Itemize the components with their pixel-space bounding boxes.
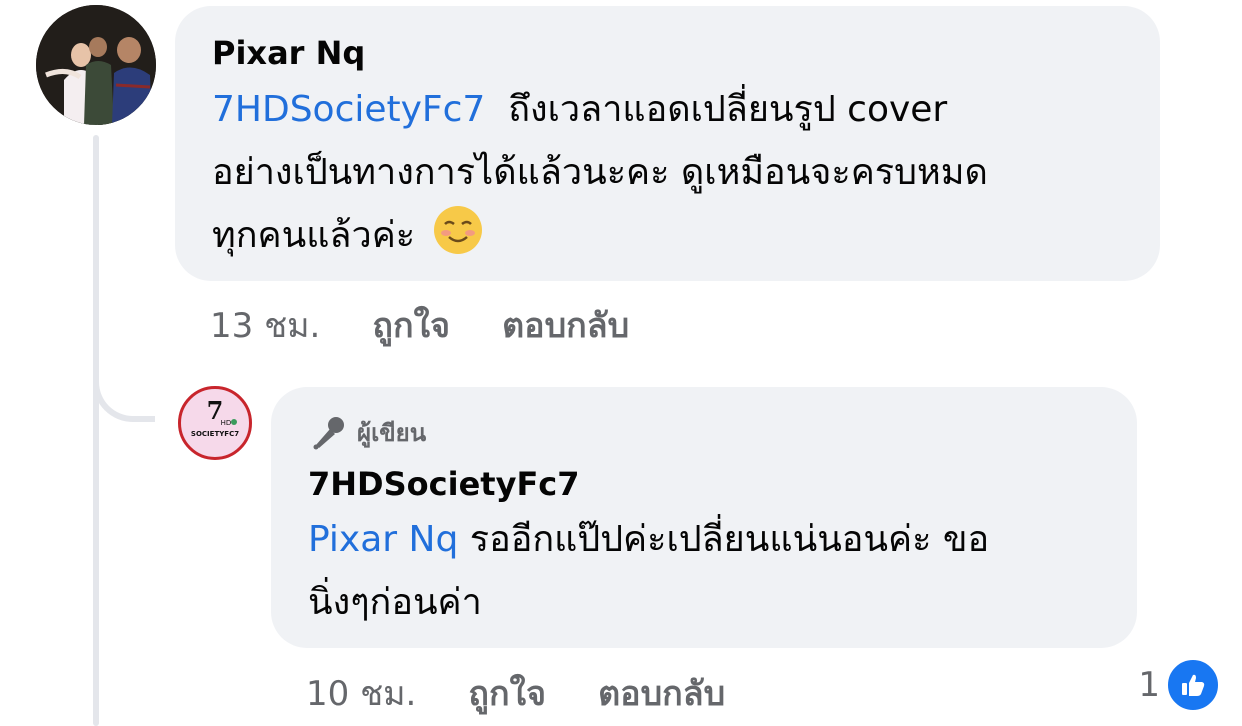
comment-text: ทุกคนแล้วค่ะ (212, 215, 416, 256)
reply-text-line-1: Pixar Nq รออีกแป๊ปค่ะเปลี่ยนแน่นอนค่ะ ขอ (308, 508, 989, 571)
reaction-summary[interactable]: 1 (1138, 658, 1220, 712)
reply-button[interactable]: ตอบกลับ (502, 298, 629, 352)
thread-line (93, 135, 99, 726)
comment-thread: Pixar Nq 7HDSocietyFc7 ถึงเวลาแอดเปลี่ยน… (0, 0, 1242, 726)
reply-bubble: ผู้เขียน 7HDSocietyFc7 Pixar Nq รออีกแป๊… (271, 387, 1137, 648)
smiling-face-icon (433, 206, 482, 254)
comment-text: ถึงเวลาแอดเปลี่ยนรูป cover (508, 89, 948, 130)
microphone-icon (313, 416, 344, 449)
comment-text-line-1: 7HDSocietyFc7 ถึงเวลาแอดเปลี่ยนรูป cover (212, 78, 947, 141)
reply-author-name[interactable]: 7HDSocietyFc7 (308, 465, 580, 503)
mention-link[interactable]: 7HDSocietyFc7 (212, 89, 485, 130)
reply-avatar[interactable]: 7 HD SOCIETYFC7 (178, 386, 252, 460)
comment-timestamp[interactable]: 13 ชม. (210, 298, 320, 352)
like-button[interactable]: ถูกใจ (468, 666, 546, 720)
mention-link[interactable]: Pixar Nq (308, 519, 458, 560)
like-reaction-icon (1166, 658, 1220, 712)
reaction-count: 1 (1138, 665, 1160, 705)
reply-button[interactable]: ตอบกลับ (598, 666, 725, 720)
author-badge: ผู้เขียน (309, 413, 426, 452)
comment-text-line-3: ทุกคนแล้วค่ะ (212, 204, 483, 267)
logo-hd: HD (221, 419, 232, 427)
author-badge-label: ผู้เขียน (357, 419, 427, 447)
logo-text: SOCIETYFC7 (191, 430, 239, 438)
thread-branch-connector (93, 360, 155, 422)
reply-text: รออีกแป๊ปค่ะเปลี่ยนแน่นอนค่ะ ขอ (469, 519, 990, 560)
reply-actions: 10 ชม. ถูกใจ ตอบกลับ (306, 666, 777, 720)
thumbs-up-icon (1182, 674, 1205, 696)
avatar[interactable] (36, 5, 156, 125)
reply-text-line-2: นิ่งๆก่อนค่า (308, 582, 482, 623)
comment-text-line-2: อย่างเป็นทางการได้แล้วนะคะ ดูเหมือนจะครบ… (212, 152, 988, 193)
reply-timestamp[interactable]: 10 ชม. (306, 666, 416, 720)
comment-actions: 13 ชม. ถูกใจ ตอบกลับ (210, 298, 681, 352)
page-logo: 7 HD SOCIETYFC7 (191, 396, 239, 438)
profile-photo (36, 5, 156, 125)
comment-bubble: Pixar Nq 7HDSocietyFc7 ถึงเวลาแอดเปลี่ยน… (175, 6, 1160, 281)
like-button[interactable]: ถูกใจ (372, 298, 450, 352)
comment-author-name[interactable]: Pixar Nq (212, 34, 365, 72)
